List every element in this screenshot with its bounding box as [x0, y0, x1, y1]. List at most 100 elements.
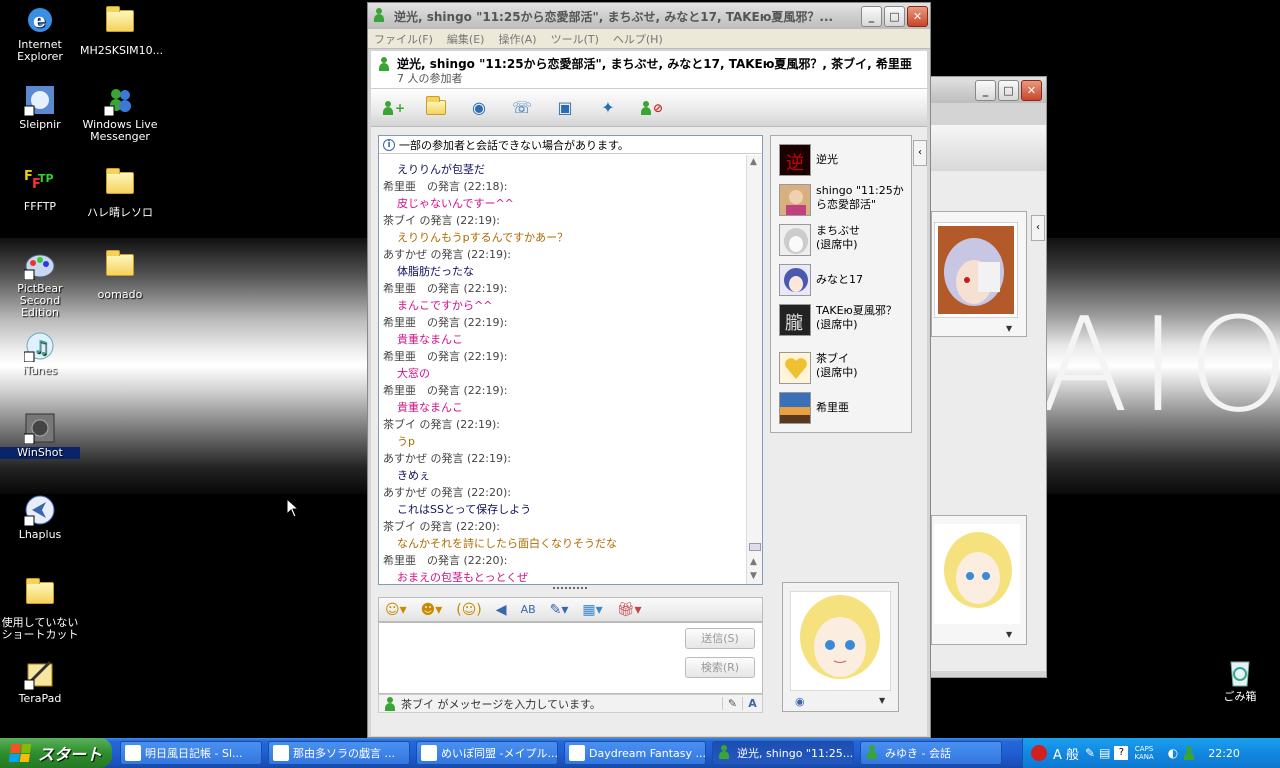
- desktop-icon-label: FFFTP: [23, 200, 57, 213]
- desktop-icon-terapad[interactable]: TeraPad: [0, 658, 80, 705]
- participant-item[interactable]: 茶ブイ (退席中): [779, 352, 909, 384]
- search-button[interactable]: 検索(R): [685, 657, 755, 678]
- collapse-panel-chevron-icon[interactable]: ‹: [913, 140, 927, 166]
- contact-display-picture-panel: ▼: [931, 211, 1027, 337]
- gift-icon[interactable]: 🎁︎▾: [617, 602, 642, 618]
- desktop-icon-winshot[interactable]: WinShot: [0, 412, 80, 459]
- video-call-icon[interactable]: ◉: [465, 94, 493, 122]
- voice-clip-icon[interactable]: ◀: [496, 602, 507, 618]
- minimize-button[interactable]: _: [975, 79, 996, 101]
- font-icon[interactable]: AB: [521, 603, 536, 616]
- lhaplus-icon: [23, 494, 56, 527]
- messenger-tray-icon[interactable]: [1182, 746, 1196, 760]
- desktop-icon-sleipnir[interactable]: Sleipnir: [0, 84, 80, 131]
- participant-avatar-icon: 朧: [779, 304, 811, 336]
- internet-explorer-icon: e: [24, 4, 56, 36]
- dropdown-arrow-icon[interactable]: ▼: [1006, 324, 1012, 333]
- color-brush-icon[interactable]: ✎▾: [550, 602, 569, 618]
- close-button[interactable]: ✕: [907, 5, 928, 27]
- participant-item[interactable]: みなと17: [779, 264, 909, 296]
- scroll-up-small-icon[interactable]: ▲: [750, 557, 757, 567]
- message-history[interactable]: i 一部の参加者と会話できない場合があります。 えりりんが包茎だ 希里亜 の発言 …: [378, 135, 763, 585]
- volume-icon[interactable]: ◐: [1168, 746, 1178, 760]
- participant-avatar-icon: [779, 392, 811, 424]
- taskbar-item[interactable]: みゆき - 会話: [860, 741, 1002, 765]
- browser-icon: [125, 745, 141, 761]
- scroll-down-icon[interactable]: ▼: [750, 571, 757, 581]
- close-button[interactable]: ✕: [1021, 79, 1042, 101]
- desktop-icon-itunes[interactable]: ♫ iTunes: [0, 330, 80, 377]
- scroll-up-icon[interactable]: ▲: [750, 157, 757, 167]
- nudge-icon[interactable]: (☺): [456, 602, 482, 618]
- dictionary-icon[interactable]: ▤: [1099, 746, 1110, 760]
- handwriting-icon[interactable]: ✎: [722, 697, 742, 710]
- menu-help[interactable]: ヘルプ(H): [613, 31, 663, 47]
- taskbar-item[interactable]: 明日風日記帳 - Sl...: [120, 741, 262, 765]
- desktop-icon-label: WinShot: [0, 447, 80, 459]
- ime-mode[interactable]: A 般: [1053, 744, 1079, 763]
- message-speaker: 茶ブイ の発言 (22:19):: [383, 418, 500, 431]
- send-button[interactable]: 送信(S): [685, 628, 755, 649]
- resize-grip[interactable]: [553, 587, 587, 590]
- my-display-picture-panel-bg: ▼: [931, 515, 1027, 645]
- history-scrollbar[interactable]: ▲ ▲ ▼: [746, 155, 762, 584]
- participant-item[interactable]: 希里亜: [779, 392, 909, 424]
- background-chat-window[interactable]: _ □ ✕ ‹ ▼ ▼: [930, 76, 1047, 678]
- taskbar-item[interactable]: 逆光, shingo "11:25...: [712, 741, 854, 765]
- desktop-icon-oomado[interactable]: oomado: [80, 248, 160, 301]
- taskbar-item[interactable]: Daydream Fantasy ...: [564, 741, 706, 765]
- activities-icon[interactable]: ▣: [551, 94, 579, 122]
- desktop-icon-harehare[interactable]: ハレ晴レソロ: [80, 166, 160, 219]
- ime-icon[interactable]: [1031, 745, 1047, 761]
- menu-actions[interactable]: 操作(A): [498, 31, 536, 47]
- collapse-panel-chevron-icon[interactable]: ‹: [1031, 215, 1045, 241]
- participant-item[interactable]: まちぶせ (退席中): [779, 224, 909, 256]
- help-icon[interactable]: ?: [1114, 746, 1129, 760]
- dropdown-arrow-icon[interactable]: ▼: [1006, 630, 1012, 639]
- maximize-button[interactable]: □: [884, 5, 905, 27]
- taskbar-item-label: Daydream Fantasy ...: [589, 746, 706, 760]
- webcam-icon[interactable]: ◉: [795, 695, 805, 708]
- background-icon[interactable]: ▦▾: [582, 602, 602, 618]
- my-avatar-icon[interactable]: [790, 591, 891, 691]
- ime-tools-icon[interactable]: ✎: [1085, 746, 1095, 760]
- maximize-button[interactable]: □: [998, 79, 1019, 101]
- block-contact-icon[interactable]: ⊘: [637, 94, 665, 122]
- desktop-icon-windows-live-messenger[interactable]: Windows Live Messenger: [80, 84, 160, 143]
- background-window-titlebar[interactable]: _ □ ✕: [931, 77, 1046, 103]
- desktop-icon-lhaplus[interactable]: Lhaplus: [0, 494, 80, 541]
- desktop-icon-recycle-bin[interactable]: ごみ箱: [1200, 656, 1280, 703]
- dropdown-arrow-icon[interactable]: ▼: [879, 696, 885, 705]
- message-input[interactable]: 送信(S) 検索(R): [378, 622, 763, 694]
- desktop-icon-mh2sksim[interactable]: MH2SKSIM10...: [80, 4, 163, 57]
- invite-contact-icon[interactable]: +: [379, 94, 407, 122]
- wink-icon[interactable]: ☻▾: [421, 602, 443, 618]
- start-button[interactable]: スタート: [0, 738, 112, 768]
- games-icon[interactable]: ✦: [594, 94, 622, 122]
- svg-text:e: e: [33, 8, 46, 32]
- menu-edit[interactable]: 編集(E): [447, 31, 485, 47]
- menu-file[interactable]: ファイル(F): [374, 31, 433, 47]
- clock[interactable]: 22:20: [1208, 747, 1240, 760]
- voice-call-icon[interactable]: ☏: [508, 94, 536, 122]
- menu-tools[interactable]: ツール(T): [551, 31, 599, 47]
- desktop-icon-ffftp[interactable]: F F TP FFFTP: [0, 166, 80, 213]
- minimize-button[interactable]: _: [861, 5, 882, 27]
- start-label: スタート: [38, 745, 103, 764]
- chat-window-titlebar[interactable]: 逆光, shingo "11:25から恋愛部活", まちぶせ, みなと17, T…: [368, 3, 930, 29]
- share-files-icon[interactable]: [422, 94, 450, 122]
- desktop-icon-internet-explorer[interactable]: e Internet Explorer: [0, 4, 80, 63]
- participant-item[interactable]: shingo "11:25から恋愛部活": [779, 184, 909, 216]
- text-mode-icon[interactable]: A: [742, 697, 762, 710]
- scroll-thumb[interactable]: [749, 543, 761, 551]
- caps-indicator: CAPS: [1134, 745, 1154, 753]
- desktop-icon-pictbear[interactable]: PictBear Second Edition: [0, 248, 80, 319]
- svg-text:♫: ♫: [33, 337, 49, 358]
- participant-item[interactable]: 朧 TAKEю夏風邪？ (退席中): [779, 304, 909, 336]
- desktop-icon-unused-shortcuts[interactable]: 使用していない ショートカット: [0, 576, 80, 641]
- svg-text:朧: 朧: [785, 313, 803, 334]
- taskbar-item[interactable]: 那由多ソラの戯言 ...: [268, 741, 410, 765]
- participant-item[interactable]: 逆 逆光: [779, 144, 909, 176]
- emoticon-icon[interactable]: ☺▾: [385, 602, 407, 618]
- taskbar-item[interactable]: めいぽ同盟 -メイプル...: [416, 741, 558, 765]
